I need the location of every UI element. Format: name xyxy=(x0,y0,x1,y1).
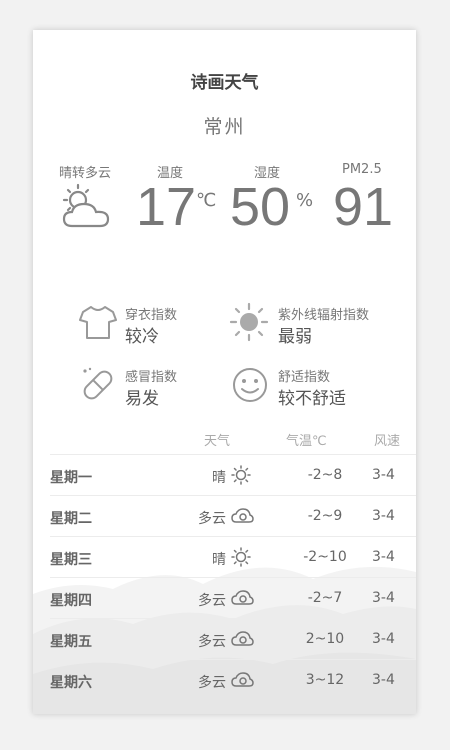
forecast-day: 星期五 xyxy=(50,634,92,650)
city-name[interactable]: 常州 xyxy=(33,112,416,139)
sun-icon xyxy=(231,547,251,567)
partly-cloudy-icon xyxy=(62,183,110,228)
humidity-value: 50 xyxy=(230,177,291,237)
forecast-day: 星期六 xyxy=(50,675,92,691)
shirt-icon xyxy=(79,306,117,339)
header-weather: 天气 xyxy=(204,434,231,449)
cloud-icon xyxy=(231,672,254,687)
index-value: 较不舒适 xyxy=(278,389,346,409)
index-label: 紫外线辐射指数 xyxy=(278,308,370,323)
temperature-value: 17 xyxy=(136,177,197,237)
forecast-day: 星期二 xyxy=(50,511,92,527)
index-label: 舒适指数 xyxy=(278,370,331,385)
pm25-label: PM2.5 xyxy=(342,162,382,177)
forecast-wind: 3-4 xyxy=(372,631,395,647)
forecast-temp: -2~9 xyxy=(307,508,343,524)
index-value: 易发 xyxy=(125,389,159,409)
forecast-row[interactable]: 星期四 多云 -2~7 3-4 xyxy=(50,577,416,619)
forecast-weather: 晴 xyxy=(212,552,226,568)
forecast-day: 星期四 xyxy=(50,593,92,609)
forecast-wind: 3-4 xyxy=(372,549,395,565)
forecast-wind: 3-4 xyxy=(372,672,395,688)
pm25-value: 91 xyxy=(333,177,394,237)
forecast-wind: 3-4 xyxy=(372,467,395,483)
cloud-icon xyxy=(231,590,254,605)
cloud-icon xyxy=(231,508,254,523)
cloud-icon xyxy=(231,631,254,646)
current-condition: 晴转多云 xyxy=(59,166,112,181)
index-value: 最弱 xyxy=(278,327,312,347)
forecast-row[interactable]: 星期一 晴 -2~8 3-4 xyxy=(50,454,416,496)
header-wind: 风速 xyxy=(374,434,401,449)
forecast-temp: -2~7 xyxy=(307,590,343,606)
forecast-wind: 3-4 xyxy=(372,508,395,524)
forecast-temp: -2~10 xyxy=(303,549,347,565)
index-value: 较冷 xyxy=(125,327,159,347)
forecast-temp: -2~8 xyxy=(307,467,343,483)
app-title: 诗画天气 xyxy=(190,73,259,93)
pill-icon xyxy=(83,367,113,400)
forecast-temp: 2~10 xyxy=(305,631,345,647)
forecast-row[interactable]: 星期三 晴 -2~10 3-4 xyxy=(50,536,416,578)
forecast-row[interactable]: 星期五 多云 2~10 3-4 xyxy=(50,618,416,660)
forecast-wind: 3-4 xyxy=(372,590,395,606)
sun-icon xyxy=(229,302,269,342)
index-label: 穿衣指数 xyxy=(125,308,178,323)
forecast-weather: 多云 xyxy=(198,593,226,609)
smiley-icon xyxy=(233,368,267,402)
sun-icon xyxy=(231,465,251,485)
index-label: 感冒指数 xyxy=(125,370,178,385)
forecast-weather: 多云 xyxy=(198,634,226,650)
forecast-day: 星期一 xyxy=(50,470,92,486)
forecast-row[interactable]: 星期六 多云 3~12 3-4 xyxy=(50,659,416,701)
weather-card: 诗画天气 常州 晴转多云 温度 17 ℃ 湿度 50 % PM2.5 91 穿衣… xyxy=(33,30,416,714)
humidity-unit: % xyxy=(296,190,314,211)
forecast-day: 星期三 xyxy=(50,552,92,568)
forecast-row[interactable]: 星期二 多云 -2~9 3-4 xyxy=(50,495,416,537)
forecast-temp: 3~12 xyxy=(305,672,345,688)
header-temp: 气温℃ xyxy=(286,434,327,449)
forecast-weather: 多云 xyxy=(198,675,226,691)
temperature-unit: ℃ xyxy=(196,190,217,211)
forecast-weather: 晴 xyxy=(212,470,226,486)
forecast-weather: 多云 xyxy=(198,511,226,527)
